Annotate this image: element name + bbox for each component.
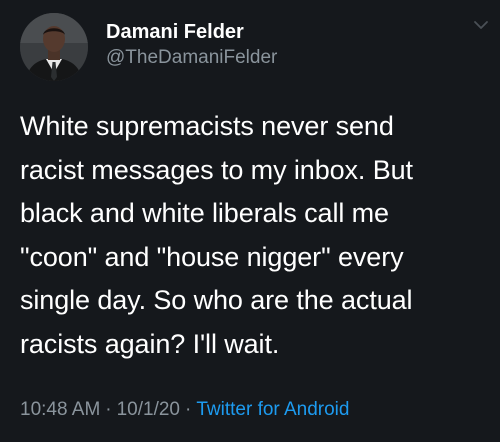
tweet-metadata: 10:48 AM · 10/1/20 · Twitter for Android: [20, 399, 349, 421]
author-handle[interactable]: @TheDamaniFelder: [106, 47, 277, 69]
author-name[interactable]: Damani Felder: [106, 21, 244, 44]
profile-photo-icon: [20, 13, 88, 81]
tweet-text: White supremacists never send racist mes…: [20, 111, 413, 359]
tweet-time: 10:48 AM: [20, 399, 101, 420]
tweet-card: Damani Felder @TheDamaniFelder White sup…: [0, 0, 500, 442]
avatar[interactable]: [20, 13, 88, 81]
tweet-date: 10/1/20: [116, 399, 181, 420]
meta-separator: ·: [185, 399, 192, 420]
chevron-down-icon[interactable]: [472, 16, 490, 34]
meta-separator: ·: [105, 399, 112, 420]
tweet-source-link[interactable]: Twitter for Android: [196, 399, 349, 420]
